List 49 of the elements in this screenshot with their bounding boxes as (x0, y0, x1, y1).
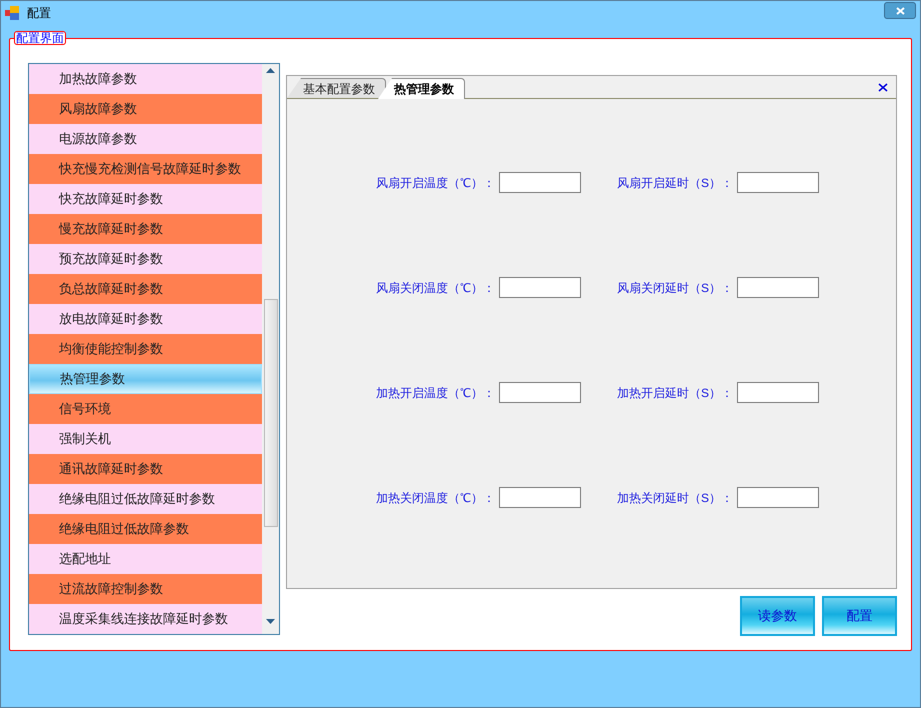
scroll-thumb[interactable] (264, 299, 278, 527)
field-label: 风扇开启延时（S）： (617, 174, 734, 192)
list-item[interactable]: 风扇故障参数 (29, 94, 262, 124)
input-field[interactable] (737, 172, 820, 193)
field-label: 风扇关闭温度（℃）： (376, 280, 495, 296)
group-title: 配置界面 (14, 31, 66, 45)
list-item[interactable]: 快充慢充检测信号故障延时参数 (29, 154, 262, 184)
list-item[interactable]: 均衡使能控制参数 (29, 334, 262, 364)
field-label: 风扇开启温度（℃）： (376, 174, 495, 192)
field-label: 加热开启温度（℃）： (376, 384, 495, 402)
list-item[interactable]: 选配地址 (29, 544, 262, 574)
list-item[interactable]: 绝缘电阻过低故障参数 (29, 514, 262, 544)
list-item[interactable]: 慢充故障延时参数 (29, 214, 262, 244)
field-label: 加热开启延时（S）： (617, 384, 734, 402)
tab[interactable]: 基本配置参数 (287, 78, 386, 98)
input-field[interactable] (737, 277, 820, 298)
list-item[interactable]: 负总故障延时参数 (29, 274, 262, 304)
list-item[interactable]: 绝缘电阻过低故障延时参数 (29, 484, 262, 514)
list-item[interactable]: 快充故障延时参数 (29, 184, 262, 214)
field-label: 加热关闭温度（℃）： (376, 490, 495, 506)
window-title: 配置 (27, 5, 51, 22)
input-field[interactable] (737, 382, 820, 403)
list-item[interactable]: 信号环境 (29, 394, 262, 424)
close-icon (896, 6, 904, 14)
input-field[interactable] (499, 487, 581, 508)
list-item[interactable]: 通讯故障延时参数 (29, 454, 262, 484)
close-button[interactable] (884, 2, 916, 19)
list-item[interactable]: 放电故障延时参数 (29, 304, 262, 334)
field-label: 风扇关闭延时（S）： (617, 280, 734, 296)
input-field[interactable] (737, 487, 820, 508)
action-button[interactable]: 配置 (822, 596, 897, 636)
scroll-up-icon (266, 68, 275, 73)
input-field[interactable] (499, 382, 581, 403)
field-label: 加热关闭延时（S）： (617, 490, 734, 506)
list-item[interactable]: 热管理参数 (29, 364, 262, 394)
input-field[interactable] (499, 172, 581, 193)
app-icon (5, 6, 21, 20)
list-item[interactable]: 过流故障控制参数 (29, 574, 262, 604)
list-item[interactable]: 温度采集线连接故障延时参数 (29, 604, 262, 634)
scrollbar[interactable] (262, 64, 279, 634)
input-field[interactable] (499, 277, 581, 298)
list-item[interactable]: 加热故障参数 (29, 64, 262, 94)
list-item[interactable]: 预充故障延时参数 (29, 244, 262, 274)
close-icon[interactable] (878, 83, 888, 92)
scroll-down-icon (266, 619, 275, 624)
list-item[interactable]: 强制关机 (29, 424, 262, 454)
action-button[interactable]: 读参数 (740, 596, 815, 636)
tab[interactable]: 热管理参数 (378, 78, 465, 99)
list-item[interactable]: 电源故障参数 (29, 124, 262, 154)
